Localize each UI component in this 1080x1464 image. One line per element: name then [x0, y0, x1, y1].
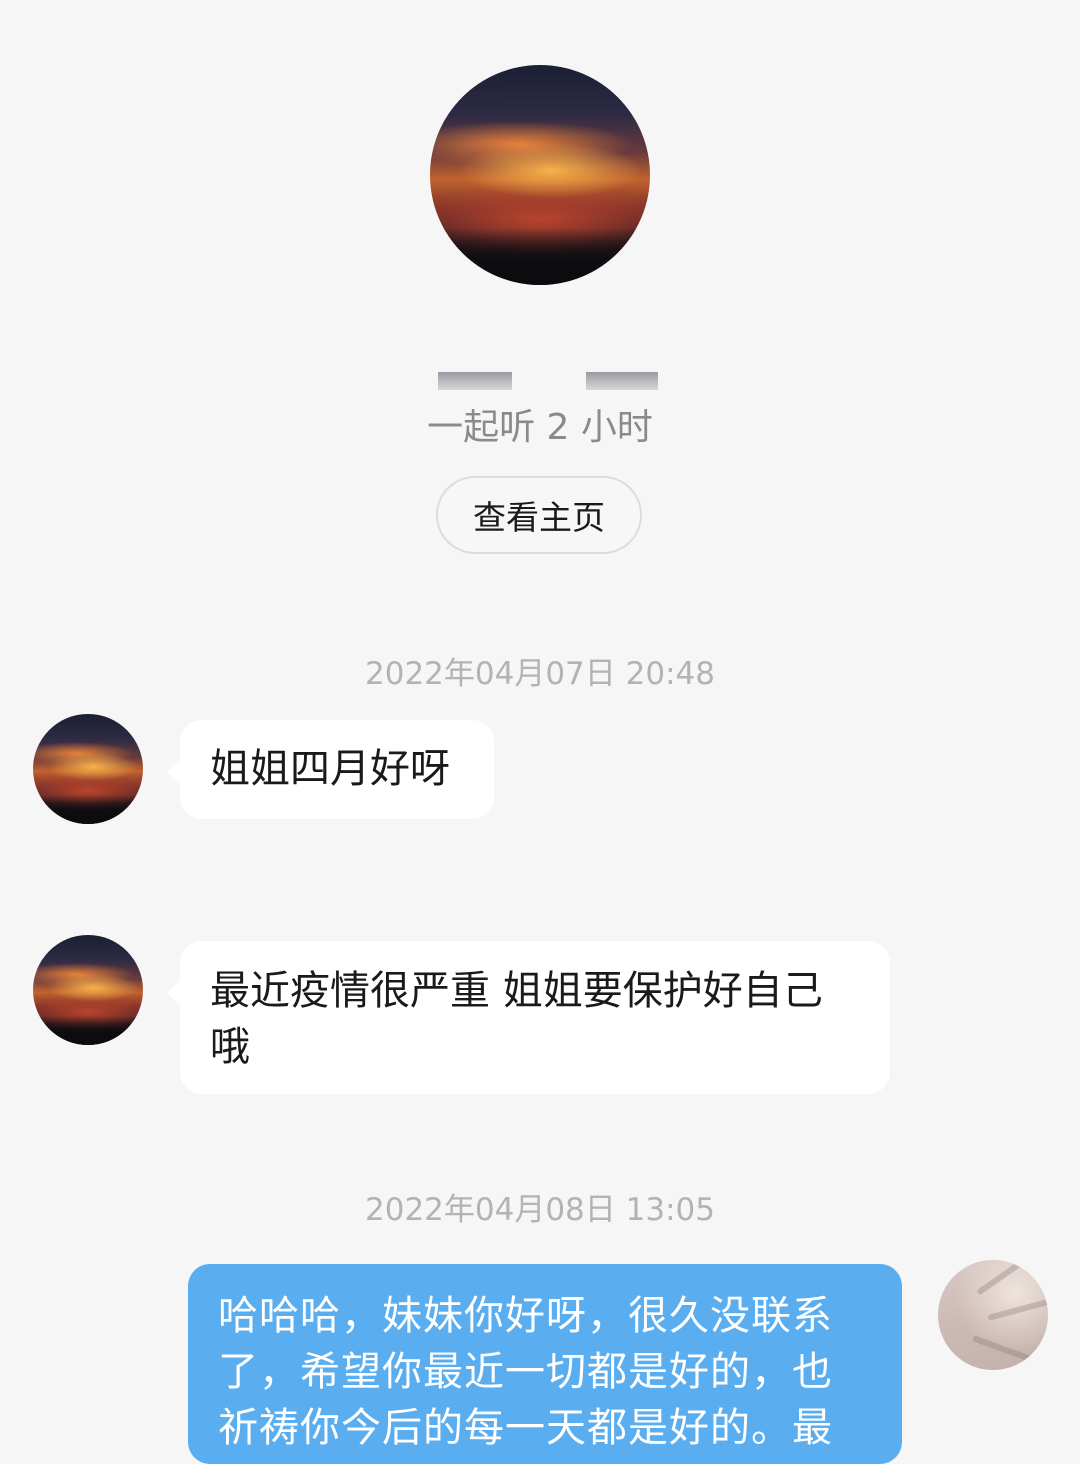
leaf-shape — [971, 1335, 1040, 1365]
profile-avatar[interactable] — [430, 65, 650, 285]
message-bubble[interactable]: 姐姐四月好呀 — [166, 720, 494, 819]
sender-avatar[interactable] — [33, 714, 143, 824]
redacted-name-part — [438, 372, 512, 390]
message-timestamp: 2022年04月07日 20:48 — [365, 656, 715, 692]
sunset-avatar-icon — [33, 1016, 143, 1045]
leaf-shape — [976, 1260, 1038, 1296]
redacted-name-part — [586, 372, 658, 390]
view-homepage-button[interactable]: 查看主页 — [436, 476, 642, 554]
message-bubble[interactable]: 最近疫情很严重 姐姐要保护好自己哦 — [166, 941, 890, 1094]
message-timestamp: 2022年04月08日 13:05 — [365, 1192, 715, 1228]
my-message-bubble[interactable]: 哈哈哈，妹妹你好呀，很久没联系了，希望你最近一切都是好的，也祈祷你今后的每一天都… — [188, 1264, 902, 1464]
listen-together-time: 一起听 2 小时 — [427, 407, 653, 448]
leaf-shape — [987, 1296, 1048, 1321]
sunset-avatar-icon — [430, 227, 650, 285]
my-avatar[interactable] — [938, 1260, 1048, 1370]
sender-avatar[interactable] — [33, 935, 143, 1045]
sunset-avatar-icon — [33, 795, 143, 824]
